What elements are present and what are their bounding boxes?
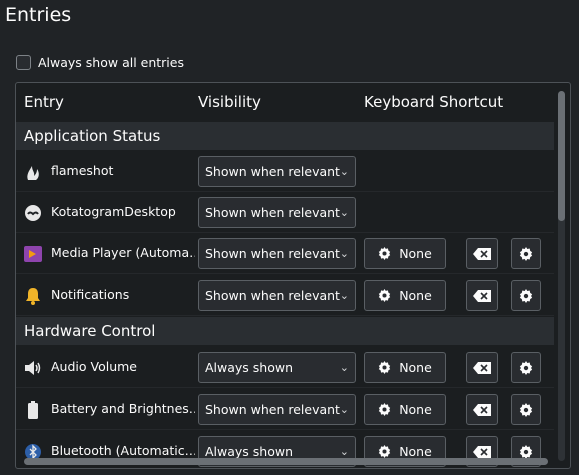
gear-icon [519, 288, 533, 303]
chevron-down-icon: ⌄ [339, 403, 349, 416]
entry-name: Battery and Brightnes… [51, 401, 195, 416]
vertical-scrollbar[interactable] [558, 91, 565, 461]
always-show-row[interactable]: Always show all entries [16, 55, 184, 70]
bell-icon [24, 287, 42, 305]
entry-name: KotatogramDesktop [51, 204, 176, 219]
entry-name: Media Player (Automa… [51, 245, 195, 260]
visibility-value: Shown when relevant [205, 205, 340, 220]
shortcut-button[interactable]: None [364, 280, 446, 311]
flameshot-icon [24, 163, 42, 181]
page-title: Entries [5, 4, 72, 26]
entry-name: flameshot [51, 163, 114, 178]
visibility-select[interactable]: Shown when relevant ⌄ [198, 394, 356, 425]
shortcut-value: None [399, 288, 432, 303]
chevron-down-icon: ⌄ [339, 361, 349, 374]
shortcut-value: None [399, 402, 432, 417]
entry-name: Bluetooth (Automatic… [51, 443, 195, 458]
horizontal-scrollbar[interactable] [24, 458, 548, 465]
section-hardware-control: Hardware Control [16, 317, 554, 345]
entries-table: Entry Visibility Keyboard Shortcut Appli… [15, 82, 571, 469]
entry-name: Audio Volume [51, 359, 137, 374]
clear-shortcut-button[interactable] [466, 238, 498, 269]
backspace-icon [473, 403, 491, 416]
vertical-scrollbar-thumb[interactable] [558, 91, 565, 221]
gear-icon [519, 402, 533, 417]
shortcut-value: None [399, 246, 432, 261]
configure-button[interactable] [511, 280, 541, 311]
chevron-down-icon: ⌄ [339, 289, 349, 302]
gear-icon [379, 289, 391, 302]
chevron-down-icon: ⌄ [339, 247, 349, 260]
gear-icon [379, 445, 391, 458]
gear-icon [379, 361, 391, 374]
visibility-value: Shown when relevant [205, 246, 340, 261]
configure-button[interactable] [511, 394, 541, 425]
gear-icon [519, 360, 533, 375]
always-show-label[interactable]: Always show all entries [38, 55, 184, 70]
kotatogram-icon [24, 204, 42, 222]
speaker-icon [24, 359, 42, 377]
configure-button[interactable] [511, 352, 541, 383]
gear-icon [379, 247, 391, 260]
visibility-select[interactable]: Shown when relevant ⌄ [198, 197, 356, 228]
chevron-down-icon: ⌄ [339, 165, 349, 178]
column-entry: Entry [24, 93, 64, 111]
gear-icon [519, 246, 533, 261]
configure-button[interactable] [511, 238, 541, 269]
shortcut-button[interactable]: None [364, 352, 446, 383]
visibility-value: Shown when relevant [205, 402, 340, 417]
gear-icon [519, 444, 533, 459]
battery-icon [24, 401, 42, 419]
visibility-select[interactable]: Shown when relevant ⌄ [198, 156, 356, 187]
backspace-icon [473, 289, 491, 302]
table-header: Entry Visibility Keyboard Shortcut [16, 83, 554, 121]
clear-shortcut-button[interactable] [466, 394, 498, 425]
visibility-value: Always shown [205, 444, 294, 459]
backspace-icon [473, 361, 491, 374]
entry-row: Battery and Brightnes… Shown when releva… [16, 389, 554, 430]
shortcut-button[interactable]: None [364, 394, 446, 425]
visibility-select[interactable]: Shown when relevant ⌄ [198, 238, 356, 269]
column-shortcut: Keyboard Shortcut [364, 93, 504, 111]
visibility-value: Always shown [205, 360, 294, 375]
visibility-select[interactable]: Shown when relevant ⌄ [198, 280, 356, 311]
shortcut-button[interactable]: None [364, 238, 446, 269]
visibility-value: Shown when relevant [205, 164, 340, 179]
entries-page: Entries Always show all entries Entry Vi… [0, 0, 579, 475]
clear-shortcut-button[interactable] [466, 280, 498, 311]
entry-row: Media Player (Automa… Shown when relevan… [16, 233, 554, 274]
media-player-icon [24, 245, 42, 263]
clear-shortcut-button[interactable] [466, 352, 498, 383]
section-application-status: Application Status [16, 122, 554, 150]
entry-row: KotatogramDesktop Shown when relevant ⌄ [16, 192, 554, 233]
entry-name: Notifications [51, 287, 130, 302]
backspace-icon [473, 445, 491, 458]
column-visibility: Visibility [198, 93, 261, 111]
chevron-down-icon: ⌄ [339, 206, 349, 219]
entry-row: Notifications Shown when relevant ⌄ None [16, 275, 554, 316]
shortcut-value: None [399, 360, 432, 375]
entry-row: flameshot Shown when relevant ⌄ [16, 151, 554, 192]
backspace-icon [473, 247, 491, 260]
visibility-value: Shown when relevant [205, 288, 340, 303]
gear-icon [379, 403, 391, 416]
shortcut-value: None [399, 444, 432, 459]
entry-row: Audio Volume Always shown ⌄ None [16, 347, 554, 388]
visibility-select[interactable]: Always shown ⌄ [198, 352, 356, 383]
always-show-checkbox[interactable] [16, 55, 31, 70]
